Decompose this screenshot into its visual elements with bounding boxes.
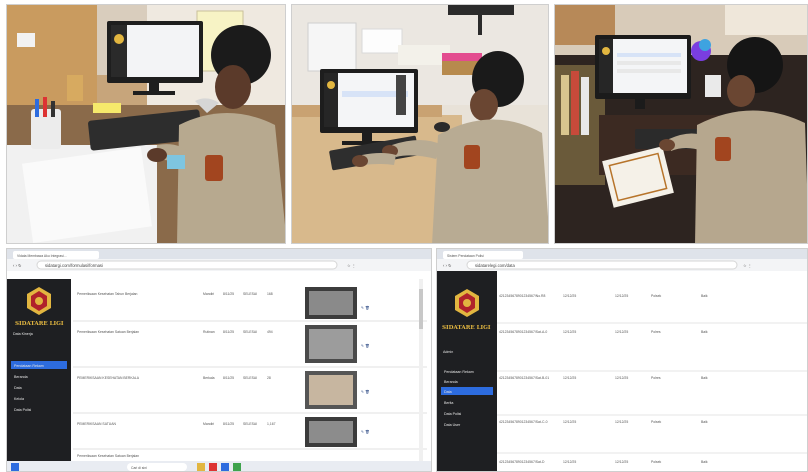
svg-text:Baik: Baik [701, 294, 708, 298]
svg-text:4212345678901234567/Sat-A-0: 4212345678901234567/Sat-A-0 [499, 330, 547, 334]
svg-text:Pemeriksaan Kesehatan Tahun Be: Pemeriksaan Kesehatan Tahun Berjalan [77, 292, 138, 296]
collage: Vidata Membawa Aku Integrasi... ‹ › ↻ si… [0, 0, 808, 472]
svg-text:Polres: Polres [651, 330, 661, 334]
svg-text:SELESAI: SELESAI [243, 330, 257, 334]
svg-text:12/12/25: 12/12/25 [563, 376, 576, 380]
svg-text:Kelola: Kelola [14, 397, 24, 401]
svg-text:12/12/25: 12/12/25 [563, 460, 576, 464]
svg-text:12/12/25: 12/12/25 [615, 420, 628, 424]
svg-text:Data Polisi: Data Polisi [444, 412, 461, 416]
tab-title: Sistem Pendataan Polisi [447, 254, 484, 258]
photo-officer-desk-left [6, 4, 286, 244]
svg-text:12/12/25: 12/12/25 [563, 420, 576, 424]
svg-text:Berita: Berita [444, 401, 453, 405]
svg-text:12/12/25: 12/12/25 [615, 294, 628, 298]
svg-text:☆ ⋮: ☆ ⋮ [347, 263, 356, 268]
svg-text:PEMERIKSAAN SATUAN: PEMERIKSAAN SATUAN [77, 422, 116, 426]
tab-title: Vidata Membawa Aku Integrasi... [17, 254, 67, 258]
svg-text:1,167: 1,167 [267, 422, 276, 426]
brand-title: SIDATARE LIGI [442, 325, 491, 331]
screenshot-right-app: Sistem Pendataan Polisi ‹ › ↻ sidatarele… [436, 248, 808, 472]
svg-text:Admin: Admin [443, 350, 453, 354]
svg-text:12/12/25: 12/12/25 [563, 330, 576, 334]
svg-text:8/11/25: 8/11/25 [223, 422, 234, 426]
svg-text:Berkala: Berkala [203, 376, 215, 380]
svg-text:Data Polisi: Data Polisi [14, 408, 31, 412]
svg-text:‹ › ↻: ‹ › ↻ [13, 263, 22, 268]
svg-text:☆ ⋮: ☆ ⋮ [743, 263, 752, 268]
svg-text:8/11/25: 8/11/25 [223, 376, 234, 380]
svg-text:168: 168 [267, 292, 273, 296]
svg-text:‹ › ↻: ‹ › ↻ [443, 263, 452, 268]
svg-text:Mandiri: Mandiri [203, 292, 214, 296]
svg-text:Polsek: Polsek [651, 460, 661, 464]
svg-text:✎ 🗑: ✎ 🗑 [361, 343, 370, 348]
svg-text:Polsek: Polsek [651, 294, 661, 298]
screenshot-left-app: Vidata Membawa Aku Integrasi... ‹ › ↻ si… [6, 248, 432, 472]
address-bar: sidatargi.com/formulasi/formasi [45, 263, 103, 268]
svg-text:SELESAI: SELESAI [243, 292, 257, 296]
svg-text:Pendataan Rekam: Pendataan Rekam [14, 364, 44, 368]
svg-text:Data User: Data User [444, 423, 461, 427]
svg-text:4212345678901234567/Sat-C-0: 4212345678901234567/Sat-C-0 [499, 420, 548, 424]
svg-text:Beranda: Beranda [444, 380, 458, 384]
svg-text:Polres: Polres [651, 376, 661, 380]
svg-text:12/12/25: 12/12/25 [563, 294, 576, 298]
svg-text:28: 28 [267, 376, 271, 380]
svg-text:Mandiri: Mandiri [203, 422, 214, 426]
svg-text:12/12/25: 12/12/25 [615, 376, 628, 380]
svg-text:✎ 🗑: ✎ 🗑 [361, 305, 370, 310]
sidebar-sub: Data Kinerja [13, 332, 33, 336]
svg-text:12/12/25: 12/12/25 [615, 330, 628, 334]
svg-text:SELESAI: SELESAI [243, 422, 257, 426]
photo-officer-desk-middle [291, 4, 549, 244]
svg-text:494: 494 [267, 330, 273, 334]
svg-text:✎ 🗑: ✎ 🗑 [361, 429, 370, 434]
svg-text:4212345678901234567/Sat-B-01: 4212345678901234567/Sat-B-01 [499, 376, 549, 380]
brand-title: SIDATARE LIGI [15, 321, 64, 327]
svg-text:4212345678901234567/Sat-D: 4212345678901234567/Sat-D [499, 460, 545, 464]
svg-text:Rutinan: Rutinan [203, 330, 215, 334]
svg-text:Beranda: Beranda [14, 375, 28, 379]
svg-text:8/11/25: 8/11/25 [223, 292, 234, 296]
svg-text:Pemeriksaan Kesehatan Satuan B: Pemeriksaan Kesehatan Satuan Berjalan [77, 454, 139, 458]
svg-text:Baik: Baik [701, 460, 708, 464]
svg-text:✎ 🗑: ✎ 🗑 [361, 389, 370, 394]
svg-text:Polsek: Polsek [651, 420, 661, 424]
svg-text:Pendataan Rekam: Pendataan Rekam [444, 370, 474, 374]
photo-officer-desk-right [554, 4, 808, 244]
svg-text:Baik: Baik [701, 376, 708, 380]
svg-text:8/11/25: 8/11/25 [223, 330, 234, 334]
svg-text:4212345678901234567/No.R8: 4212345678901234567/No.R8 [499, 294, 545, 298]
svg-text:Data: Data [444, 390, 452, 394]
svg-text:Cari di sini: Cari di sini [131, 466, 147, 470]
svg-text:PEMERIKSAAN KESEHATAN BERKALA: PEMERIKSAAN KESEHATAN BERKALA [77, 376, 140, 380]
svg-text:Pemeriksaan Kesehatan Satuan B: Pemeriksaan Kesehatan Satuan Berjalan [77, 330, 139, 334]
svg-text:12/12/25: 12/12/25 [615, 460, 628, 464]
svg-text:SELESAI: SELESAI [243, 376, 257, 380]
address-bar: sidatarelegi.com/data [475, 263, 515, 268]
svg-text:Baik: Baik [701, 330, 708, 334]
svg-text:Baik: Baik [701, 420, 708, 424]
svg-text:Data: Data [14, 386, 22, 390]
